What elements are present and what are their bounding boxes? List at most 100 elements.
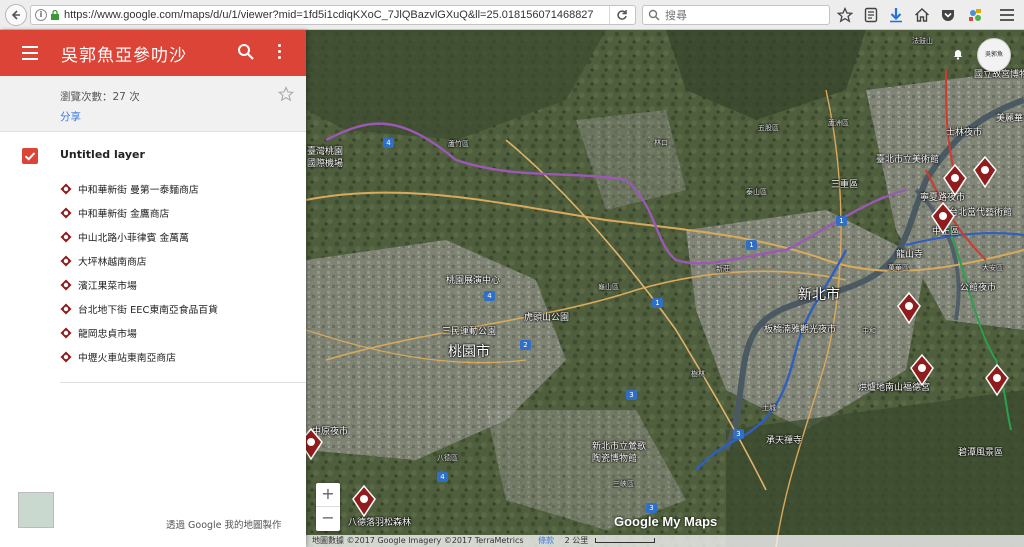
map-label-moca: 台北當代藝術館 <box>949 208 1013 218</box>
back-button[interactable] <box>5 4 27 26</box>
map-label-daan: 大安區 <box>982 264 1003 272</box>
account-avatar[interactable]: 吳郭魚 <box>977 38 1011 72</box>
address-bar[interactable]: i https://www.google.com/maps/d/u/1/view… <box>30 5 636 25</box>
map-label-sanchong: 三重區 <box>831 180 859 190</box>
url-text[interactable]: https://www.google.com/maps/d/u/1/viewer… <box>64 8 594 23</box>
place-item[interactable]: 龍岡忠貞市場 <box>60 321 300 345</box>
map-label-zhonghe: 中和 <box>862 327 876 335</box>
map-label-wugu: 五股區 <box>758 124 779 132</box>
map-label-linkou: 林口 <box>654 139 668 147</box>
search-input[interactable] <box>665 8 825 22</box>
zoom-in-button[interactable]: + <box>316 483 340 507</box>
place-item[interactable]: 中和華新街 金鷹商店 <box>60 201 300 225</box>
google-mymaps-logo: Google My Maps <box>614 514 718 529</box>
map-marker-icon[interactable] <box>984 364 1010 396</box>
highway-shield: 2 <box>520 340 531 350</box>
panel-header: 吳郭魚亞參叻沙 <box>0 30 306 76</box>
place-item[interactable]: 台北地下街 EEC東南亞食品百貨 <box>60 297 300 321</box>
home-button[interactable] <box>913 6 931 24</box>
panel-search-icon[interactable] <box>237 43 255 61</box>
map-marker-icon[interactable] <box>942 164 968 196</box>
map-label-sanxia: 三峽區 <box>613 480 634 488</box>
map-marker-icon[interactable] <box>896 292 922 324</box>
scale-bar <box>594 538 655 543</box>
map-marker-icon[interactable] <box>972 156 998 188</box>
layer-title[interactable]: Untitled layer <box>60 148 145 161</box>
place-marker-icon <box>60 279 72 291</box>
bell-icon <box>954 50 962 60</box>
place-name: 中壢火車站東南亞商店 <box>78 353 176 364</box>
map-marker-icon[interactable] <box>909 354 935 386</box>
map-label-chengtian: 承天禪寺 <box>766 436 803 446</box>
place-marker-icon <box>60 255 72 267</box>
map-label-banqiao: 板橋湳雅觀光夜市 <box>764 325 837 335</box>
info-icon[interactable]: i <box>35 9 47 21</box>
place-marker-icon <box>60 183 72 195</box>
browser-toolbar: i https://www.google.com/maps/d/u/1/view… <box>0 0 1024 30</box>
reload-button[interactable] <box>609 6 633 24</box>
map-marker-icon[interactable] <box>306 428 324 460</box>
map-label-taishan: 泰山區 <box>746 188 767 196</box>
highway-shield: 3 <box>646 503 657 513</box>
place-marker-icon <box>60 231 72 243</box>
made-with-mymaps-note: 透過 Google 我的地圖製作 <box>166 520 282 531</box>
highway-shield: 3 <box>733 429 744 439</box>
bookmark-star-button[interactable] <box>836 6 854 24</box>
place-item[interactable]: 濱江果菜市場 <box>60 273 300 297</box>
share-link[interactable]: 分享 <box>60 109 81 124</box>
map-label-bade: 八德區 <box>437 454 458 462</box>
highway-shield: 1 <box>746 240 757 250</box>
hamburger-menu-icon[interactable] <box>22 46 38 60</box>
terms-link[interactable]: 條款 <box>538 536 554 545</box>
zoom-control: + − <box>316 483 340 531</box>
map-label-park: 公館夜市 <box>960 283 997 293</box>
checkmark-icon <box>24 152 36 161</box>
map-label-wanhua: 萬華區 <box>888 264 909 272</box>
more-options-icon[interactable] <box>278 44 282 62</box>
map-attribution-bar: 地圖數據 ©2017 Google Imagery ©2017 TerraMet… <box>306 535 1024 547</box>
download-icon <box>890 8 902 23</box>
map-marker-icon[interactable] <box>930 202 956 234</box>
place-name: 龍岡忠貞市場 <box>78 329 137 340</box>
extension-button[interactable] <box>966 6 984 24</box>
map-label-shilin: 士林夜市 <box>946 128 983 138</box>
layer-checkbox[interactable] <box>22 148 38 164</box>
place-item[interactable]: 中山北路小菲律賓 金萬萬 <box>60 225 300 249</box>
reading-list-icon <box>864 7 878 23</box>
map-label-luzhou: 蘆洲區 <box>828 119 849 127</box>
map-label-shulin: 樹林 <box>691 370 705 378</box>
bookmark-star-icon <box>837 7 853 23</box>
satellite-map[interactable]: 臺灣桃園 國際機場 蘆竹區 林口 五股區 蘆洲區 泰山區 三重區 新莊 龜山區 … <box>306 30 1024 547</box>
highway-shield: 1 <box>652 298 663 308</box>
search-bar[interactable] <box>642 5 830 25</box>
map-label-museum: 新北市立鶯歌 陶瓷博物館 <box>592 441 646 465</box>
map-marker-icon[interactable] <box>351 485 377 517</box>
map-label-hutoushan: 虎頭山公園 <box>524 313 570 323</box>
star-icon[interactable] <box>278 86 294 102</box>
notifications-icon[interactable] <box>952 45 964 64</box>
place-item[interactable]: 大坪林越南商店 <box>60 249 300 273</box>
map-label-exhibition: 桃園展演中心 <box>446 276 501 286</box>
zoom-out-button[interactable]: − <box>316 507 340 531</box>
pocket-button[interactable] <box>939 6 957 24</box>
my-maps-panel: 吳郭魚亞參叻沙 瀏覽次數：27 次 分享 Untitled layer 中和華新… <box>0 30 306 547</box>
map-label-xinbei: 新北市 <box>798 287 840 303</box>
map-label-longshan: 龍山寺 <box>896 250 924 260</box>
pocket-icon <box>942 10 954 21</box>
map-label-meili: 美麗華 <box>996 114 1024 124</box>
place-list: 中和華新街 曼第一泰麵商店 中和華新街 金鷹商店 中山北路小菲律賓 金萬萬 大坪… <box>60 177 300 369</box>
map-label-xinzhuang: 新莊 <box>716 265 730 273</box>
place-item[interactable]: 中壢火車站東南亞商店 <box>60 345 300 369</box>
map-label-text: 新北市立鶯歌 陶瓷博物館 <box>592 442 647 464</box>
place-marker-icon <box>60 303 72 315</box>
download-button[interactable] <box>887 6 905 24</box>
reading-list-button[interactable] <box>862 6 880 24</box>
basemap-thumbnail[interactable] <box>18 492 54 528</box>
lock-icon <box>51 9 59 20</box>
map-title: 吳郭魚亞參叻沙 <box>61 46 187 66</box>
highway-shield: 4 <box>484 291 495 301</box>
browser-menu-button[interactable] <box>998 6 1016 24</box>
satellite-imagery <box>306 30 1024 547</box>
place-name: 中和華新街 曼第一泰麵商店 <box>78 185 199 196</box>
place-item[interactable]: 中和華新街 曼第一泰麵商店 <box>60 177 300 201</box>
